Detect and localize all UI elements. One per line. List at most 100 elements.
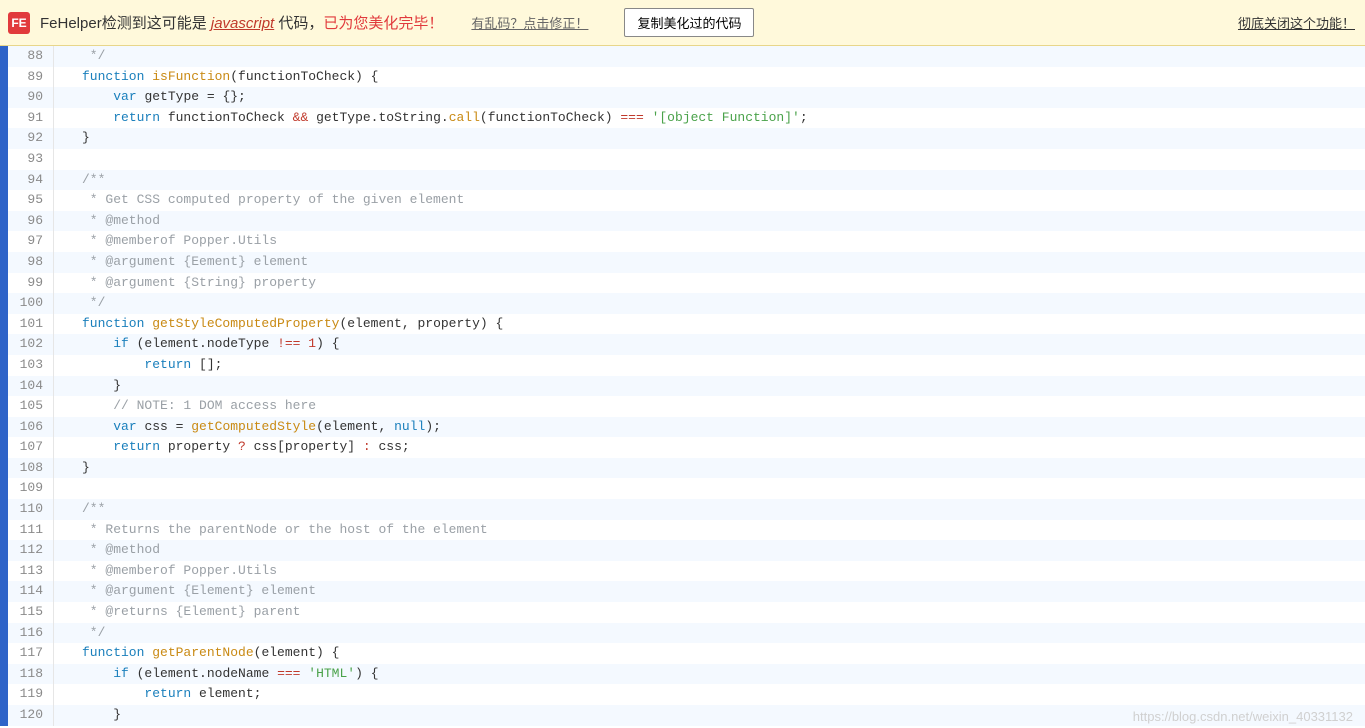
code-source[interactable] [54,478,82,499]
code-source[interactable]: } [54,128,90,149]
code-source[interactable]: function getStyleComputedProperty(elemen… [54,314,503,335]
code-row: 120 } [8,705,1365,726]
close-feature-link[interactable]: 彻底关闭这个功能！ [1238,13,1355,32]
line-number[interactable]: 92 [8,128,54,149]
banner-prefix: FeHelper检测到这可能是 [40,15,211,32]
banner-language-link[interactable]: javascript [211,15,274,32]
code-row: 118 if (element.nodeName === 'HTML') { [8,664,1365,685]
code-row: 111 * Returns the parentNode or the host… [8,520,1365,541]
code-source[interactable]: return []; [54,355,222,376]
code-source[interactable]: */ [54,293,105,314]
code-row: 108} [8,458,1365,479]
code-source[interactable]: * @memberof Popper.Utils [54,231,277,252]
code-row: 102 if (element.nodeType !== 1) { [8,334,1365,355]
code-source[interactable]: * @method [54,211,160,232]
line-number[interactable]: 93 [8,149,54,170]
line-number[interactable]: 88 [8,46,54,67]
line-number[interactable]: 107 [8,437,54,458]
code-source[interactable]: * @returns {Element} parent [54,602,300,623]
code-source[interactable]: */ [54,46,105,67]
line-number[interactable]: 94 [8,170,54,191]
banner-message: FeHelper检测到这可能是 javascript 代码，已为您美化完毕！ [40,12,443,33]
code-row: 101function getStyleComputedProperty(ele… [8,314,1365,335]
code-row: 93 [8,149,1365,170]
line-number[interactable]: 102 [8,334,54,355]
code-source[interactable]: } [54,705,121,726]
code-source[interactable]: var getType = {}; [54,87,246,108]
line-number[interactable]: 108 [8,458,54,479]
line-number[interactable]: 115 [8,602,54,623]
code-row: 107 return property ? css[property] : cs… [8,437,1365,458]
code-row: 106 var css = getComputedStyle(element, … [8,417,1365,438]
line-number[interactable]: 105 [8,396,54,417]
line-number[interactable]: 113 [8,561,54,582]
line-number[interactable]: 119 [8,684,54,705]
line-number[interactable]: 118 [8,664,54,685]
copy-code-button[interactable]: 复制美化过的代码 [624,8,754,37]
line-number[interactable]: 101 [8,314,54,335]
line-number[interactable]: 97 [8,231,54,252]
line-number[interactable]: 96 [8,211,54,232]
line-number[interactable]: 120 [8,705,54,726]
line-number[interactable]: 112 [8,540,54,561]
code-row: 117function getParentNode(element) { [8,643,1365,664]
fix-encoding-link[interactable]: 有乱码？点击修正！ [471,13,588,32]
code-source[interactable]: return element; [54,684,261,705]
code-source[interactable]: * Get CSS computed property of the given… [54,190,464,211]
line-number[interactable]: 95 [8,190,54,211]
code-source[interactable]: var css = getComputedStyle(element, null… [54,417,441,438]
code-source[interactable]: } [54,458,90,479]
code-row: 90 var getType = {}; [8,87,1365,108]
line-number[interactable]: 99 [8,273,54,294]
code-source[interactable]: * @argument {Eement} element [54,252,308,273]
code-row: 88 */ [8,46,1365,67]
code-source[interactable]: return property ? css[property] : css; [54,437,410,458]
line-number[interactable]: 109 [8,478,54,499]
code-row: 114 * @argument {Element} element [8,581,1365,602]
code-row: 89function isFunction(functionToCheck) { [8,67,1365,88]
code-row: 92} [8,128,1365,149]
code-source[interactable]: // NOTE: 1 DOM access here [54,396,316,417]
line-number[interactable]: 103 [8,355,54,376]
line-number[interactable]: 106 [8,417,54,438]
line-number[interactable]: 100 [8,293,54,314]
code-source[interactable]: * @argument {Element} element [54,581,316,602]
code-row: 112 * @method [8,540,1365,561]
banner-mid: 代码， [274,15,323,32]
code-source[interactable]: function isFunction(functionToCheck) { [54,67,378,88]
fehelper-banner: FE FeHelper检测到这可能是 javascript 代码，已为您美化完毕… [0,0,1365,46]
line-number[interactable]: 117 [8,643,54,664]
line-number[interactable]: 90 [8,87,54,108]
line-number[interactable]: 98 [8,252,54,273]
line-number[interactable]: 114 [8,581,54,602]
code-row: 95 * Get CSS computed property of the gi… [8,190,1365,211]
line-number[interactable]: 116 [8,623,54,644]
code-lines[interactable]: 88 */89function isFunction(functionToChe… [8,46,1365,726]
code-source[interactable]: } [54,376,121,397]
code-source[interactable]: /** [54,499,105,520]
code-source[interactable]: if (element.nodeName === 'HTML') { [54,664,379,685]
code-source[interactable]: */ [54,623,105,644]
code-row: 119 return element; [8,684,1365,705]
code-source[interactable]: function getParentNode(element) { [54,643,339,664]
code-source[interactable]: * @method [54,540,160,561]
code-source[interactable]: /** [54,170,105,191]
fehelper-logo-icon: FE [8,12,30,34]
line-number[interactable]: 91 [8,108,54,129]
banner-done: 已为您美化完毕！ [323,15,443,32]
line-number[interactable]: 104 [8,376,54,397]
code-source[interactable]: * Returns the parentNode or the host of … [54,520,488,541]
line-number[interactable]: 110 [8,499,54,520]
code-source[interactable]: * @memberof Popper.Utils [54,561,277,582]
line-number[interactable]: 111 [8,520,54,541]
code-source[interactable]: * @argument {String} property [54,273,316,294]
code-row: 113 * @memberof Popper.Utils [8,561,1365,582]
code-source[interactable]: return functionToCheck && getType.toStri… [54,108,808,129]
code-row: 115 * @returns {Element} parent [8,602,1365,623]
line-number[interactable]: 89 [8,67,54,88]
code-viewer: 88 */89function isFunction(functionToChe… [0,46,1365,726]
code-source[interactable]: if (element.nodeType !== 1) { [54,334,340,355]
code-row: 99 * @argument {String} property [8,273,1365,294]
code-source[interactable] [54,149,82,170]
code-row: 91 return functionToCheck && getType.toS… [8,108,1365,129]
